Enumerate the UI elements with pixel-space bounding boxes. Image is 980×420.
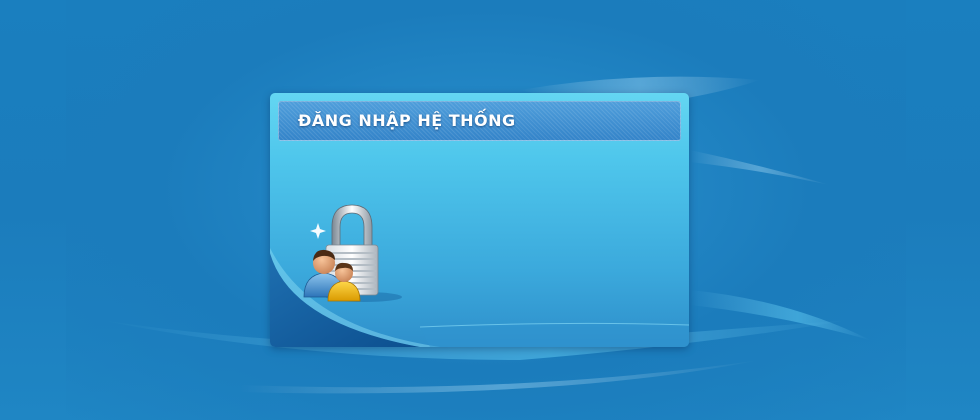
user-lock-icon bbox=[303, 204, 402, 302]
panel-header: ĐĂNG NHẬP HỆ THỐNG bbox=[278, 101, 681, 141]
login-panel: ĐĂNG NHẬP HỆ THỐNG bbox=[270, 93, 689, 347]
login-screen: ĐĂNG NHẬP HỆ THỐNG bbox=[0, 0, 980, 420]
panel-title: ĐĂNG NHẬP HỆ THỐNG bbox=[298, 111, 516, 130]
